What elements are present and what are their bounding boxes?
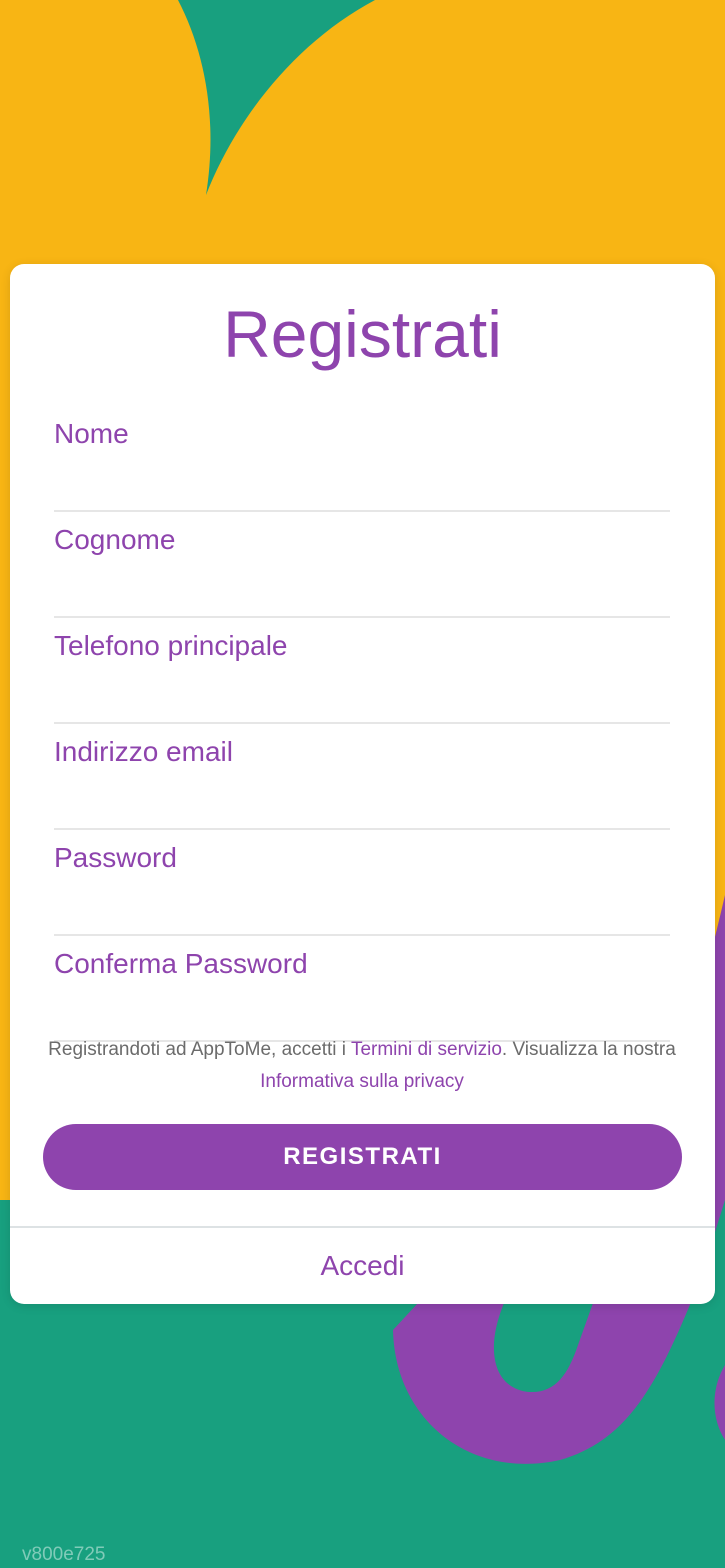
password-input[interactable] (54, 830, 670, 886)
privacy-policy-link[interactable]: Informativa sulla privacy (260, 1071, 464, 1092)
version-label: v800e725 (22, 1544, 106, 1565)
login-link[interactable]: Accedi (10, 1228, 715, 1304)
terms-text-before: Registrandoti ad AppToMe, accetti i (48, 1039, 351, 1060)
register-button[interactable]: REGISTRATI (43, 1124, 682, 1190)
email-input[interactable] (54, 724, 670, 780)
last-name-input[interactable] (54, 512, 670, 568)
confirm-password-field (54, 936, 670, 1042)
email-field (54, 724, 670, 830)
terms-of-service-link[interactable]: Termini di servizio (351, 1039, 502, 1060)
registration-card: Registrati Registrandoti ad AppToMe, acc… (10, 264, 715, 1304)
first-name-input[interactable] (54, 406, 670, 462)
phone-field (54, 618, 670, 724)
terms-notice: Registrandoti ad AppToMe, accetti i Term… (44, 1034, 680, 1098)
terms-text-middle: . Visualizza la nostra (501, 1039, 676, 1060)
last-name-field (54, 512, 670, 618)
password-field (54, 830, 670, 936)
phone-input[interactable] (54, 618, 670, 674)
confirm-password-input[interactable] (54, 936, 670, 992)
first-name-field (54, 406, 670, 512)
page-title: Registrati (223, 297, 502, 371)
